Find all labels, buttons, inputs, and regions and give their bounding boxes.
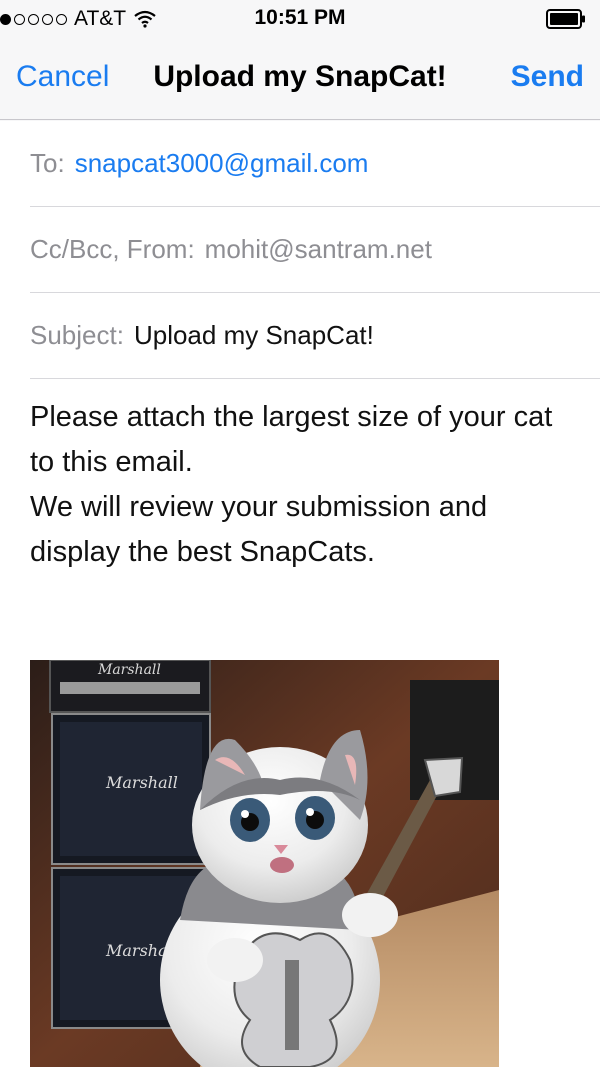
amp-logo: Marshall: [105, 773, 178, 792]
message-body[interactable]: Please attach the largest size of your c…: [30, 395, 580, 575]
send-button[interactable]: Send: [511, 60, 584, 94]
body-paragraph: We will review your submission and displ…: [30, 491, 488, 568]
attached-cat-image[interactable]: Marshall Marshall Marshall: [30, 660, 499, 1067]
subject-value[interactable]: Upload my SnapCat!: [134, 320, 374, 351]
status-bar: AT&T 10:51 PM: [0, 0, 600, 38]
cc-bcc-from-field[interactable]: Cc/Bcc, From: mohit@santram.net: [30, 207, 600, 293]
to-recipient[interactable]: snapcat3000@gmail.com: [75, 148, 369, 179]
cat-with-guitar-illustration: Marshall Marshall Marshall: [30, 660, 499, 1067]
battery-icon: [546, 9, 585, 29]
compose-area: To: snapcat3000@gmail.com Cc/Bcc, From: …: [0, 121, 600, 1067]
status-time: 10:51 PM: [254, 6, 346, 29]
amp-logo: Marshall: [97, 662, 161, 678]
compose-nav-bar: Cancel Upload my SnapCat! Send: [0, 38, 600, 120]
subject-field[interactable]: Subject: Upload my SnapCat!: [30, 293, 600, 379]
to-field[interactable]: To: snapcat3000@gmail.com: [30, 121, 600, 207]
to-label: To:: [30, 148, 65, 178]
cc-bcc-from-label: Cc/Bcc, From:: [30, 234, 195, 264]
from-address[interactable]: mohit@santram.net: [205, 234, 432, 265]
body-paragraph: Please attach the largest size of your c…: [30, 401, 553, 478]
subject-label: Subject:: [30, 320, 124, 350]
